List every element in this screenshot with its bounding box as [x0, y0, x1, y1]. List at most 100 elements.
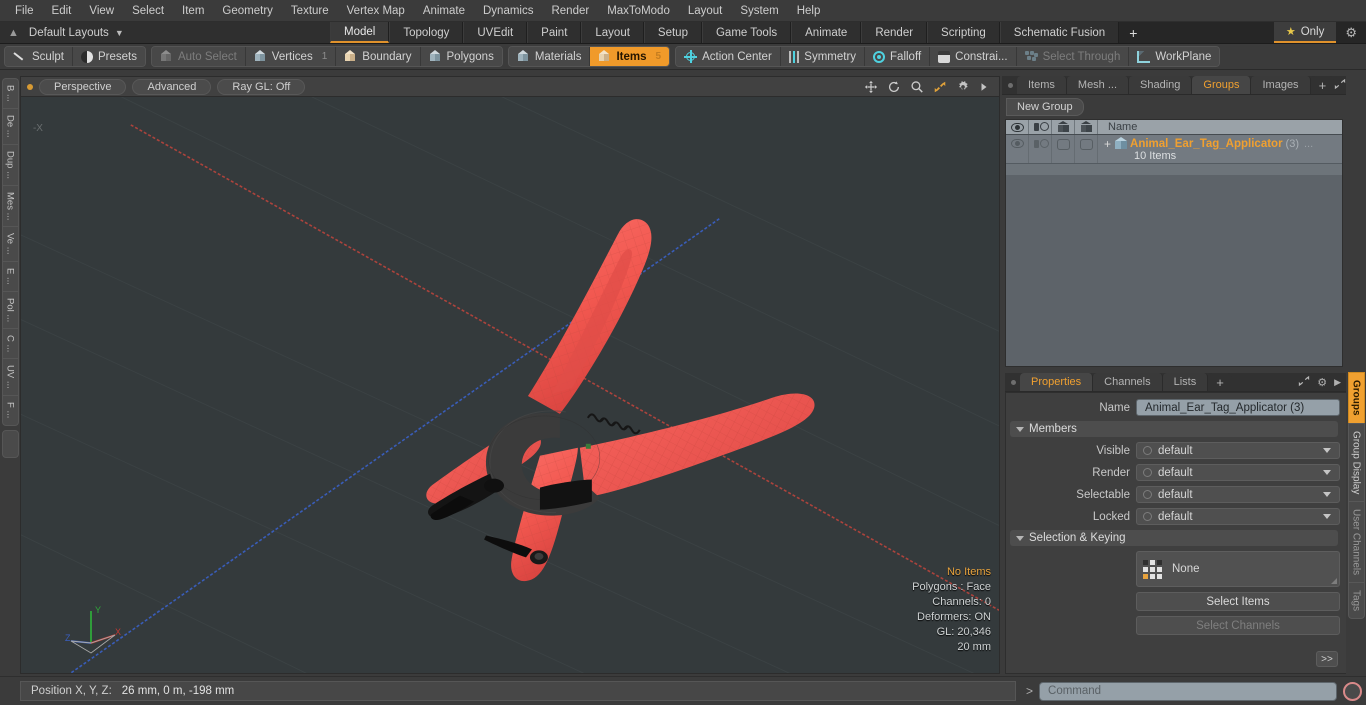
command-input[interactable]: Command: [1039, 681, 1337, 701]
panel-tab-items[interactable]: Items: [1017, 76, 1067, 94]
right-tab-group-display[interactable]: Group Display: [1347, 422, 1365, 501]
tab-model[interactable]: Model: [330, 22, 390, 43]
symmetry-button[interactable]: Symmetry: [780, 47, 866, 66]
menu-item-animate[interactable]: Animate: [414, 2, 474, 20]
auto-select-button[interactable]: Auto Select: [151, 47, 246, 66]
menu-item-dynamics[interactable]: Dynamics: [474, 2, 542, 20]
tab-properties[interactable]: Properties: [1020, 373, 1094, 391]
menu-item-item[interactable]: Item: [173, 2, 213, 20]
locked-dropdown[interactable]: default: [1136, 508, 1340, 525]
panel-maximize-icon[interactable]: [1334, 78, 1346, 93]
panel-tab-shading[interactable]: Shading: [1129, 76, 1193, 94]
column-selectable-icon[interactable]: [1052, 120, 1075, 134]
panel-tab-images[interactable]: Images: [1251, 76, 1311, 94]
row-visible-toggle[interactable]: [1006, 135, 1029, 163]
row-selectable-toggle[interactable]: [1052, 135, 1075, 163]
tab-lists[interactable]: Lists: [1162, 373, 1209, 391]
left-tab-extra[interactable]: [1, 429, 19, 458]
tab-render[interactable]: Render: [861, 22, 928, 43]
menu-item-system[interactable]: System: [731, 2, 787, 20]
column-locked-icon[interactable]: [1075, 120, 1098, 134]
group-list-empty-area[interactable]: [1006, 175, 1342, 366]
raygl-button[interactable]: Ray GL: Off: [217, 78, 306, 95]
tab-setup[interactable]: Setup: [643, 22, 702, 43]
properties-gear-icon[interactable]: ⚙: [1317, 376, 1327, 389]
panel-tab-mesh[interactable]: Mesh ...: [1066, 76, 1130, 94]
members-section-header[interactable]: Members: [1010, 421, 1338, 437]
play-icon[interactable]: [979, 80, 993, 94]
panel-menu-dot-icon[interactable]: [1002, 76, 1017, 94]
channel-circle-icon[interactable]: [1143, 512, 1152, 521]
menu-item-maxtomodo[interactable]: MaxToModo: [598, 2, 679, 20]
panel-add-tab-button[interactable]: +: [1310, 76, 1335, 94]
row-locked-toggle[interactable]: [1075, 135, 1098, 163]
menu-item-view[interactable]: View: [80, 2, 123, 20]
left-tab-mesh[interactable]: Mes ...: [1, 184, 19, 227]
menu-item-vertex-map[interactable]: Vertex Map: [338, 2, 414, 20]
properties-maximize-icon[interactable]: [1298, 375, 1310, 390]
menu-item-layout[interactable]: Layout: [679, 2, 732, 20]
chevron-down-icon[interactable]: ▼: [115, 28, 124, 38]
action-center-button[interactable]: Action Center: [676, 47, 781, 66]
properties-menu-dot-icon[interactable]: [1005, 373, 1020, 391]
right-tab-user-channels[interactable]: User Channels: [1347, 500, 1365, 583]
properties-play-icon[interactable]: ▶: [1334, 377, 1341, 388]
right-tab-tags[interactable]: Tags: [1347, 582, 1365, 620]
vertices-button[interactable]: Vertices 1: [245, 47, 337, 66]
tab-channels[interactable]: Channels: [1093, 373, 1163, 391]
workplane-button[interactable]: WorkPlane: [1129, 47, 1220, 66]
visible-dropdown[interactable]: default: [1136, 442, 1340, 459]
left-tab-fusion[interactable]: F ...: [1, 395, 19, 426]
tab-paint[interactable]: Paint: [527, 22, 582, 43]
boundary-button[interactable]: Boundary: [336, 47, 421, 66]
menu-item-render[interactable]: Render: [542, 2, 598, 20]
left-tab-polygon[interactable]: Pol ...: [1, 290, 19, 328]
projection-button[interactable]: Perspective: [39, 78, 127, 95]
panel-tab-groups[interactable]: Groups: [1192, 76, 1252, 94]
selection-keying-section-header[interactable]: Selection & Keying: [1010, 530, 1338, 546]
row-expander-icon[interactable]: +: [1104, 138, 1111, 150]
rotate-icon[interactable]: [887, 80, 901, 94]
name-field[interactable]: Animal_Ear_Tag_Applicator (3): [1136, 399, 1340, 416]
table-row[interactable]: + Animal_Ear_Tag_Applicator (3) ... 10 I…: [1006, 135, 1342, 164]
menu-item-texture[interactable]: Texture: [282, 2, 338, 20]
tab-topology[interactable]: Topology: [389, 22, 464, 43]
new-group-button[interactable]: New Group: [1006, 98, 1084, 116]
tab-uvedit[interactable]: UVEdit: [463, 22, 528, 43]
gear-icon[interactable]: [956, 80, 970, 94]
tab-schematic-fusion[interactable]: Schematic Fusion: [999, 22, 1120, 43]
polygons-button[interactable]: Polygons: [420, 47, 502, 66]
left-tab-vertex[interactable]: Ve ...: [1, 226, 19, 261]
channel-circle-icon[interactable]: [1143, 468, 1152, 477]
tab-game-tools[interactable]: Game Tools: [701, 22, 792, 43]
menu-item-select[interactable]: Select: [123, 2, 173, 20]
group-list[interactable]: Name + Animal_Ear_Tag_Applicator (3) ...…: [1005, 119, 1343, 367]
tab-scripting[interactable]: Scripting: [927, 22, 1000, 43]
column-visible-icon[interactable]: [1006, 120, 1029, 134]
viewport-3d[interactable]: -X No Items Polygons: Face Channels: 0 …: [20, 96, 1000, 674]
menu-item-file[interactable]: File: [6, 2, 43, 20]
falloff-button[interactable]: Falloff: [865, 47, 931, 66]
move-icon[interactable]: [864, 80, 878, 94]
left-tab-edge[interactable]: E ...: [1, 260, 19, 291]
only-toggle-button[interactable]: ★ Only: [1273, 22, 1337, 43]
materials-button[interactable]: Materials: [508, 47, 591, 66]
left-tab-duplicate[interactable]: Dup ...: [1, 143, 19, 185]
row-name-cell[interactable]: + Animal_Ear_Tag_Applicator (3) ... 10 I…: [1098, 135, 1342, 163]
row-render-toggle[interactable]: [1029, 135, 1052, 163]
channel-circle-icon[interactable]: [1143, 446, 1152, 455]
left-tab-uv[interactable]: UV ...: [1, 358, 19, 396]
left-tab-basic[interactable]: B ...: [1, 78, 19, 108]
right-tab-groups[interactable]: Groups: [1347, 372, 1365, 423]
column-render-icon[interactable]: [1029, 120, 1052, 134]
menu-item-edit[interactable]: Edit: [43, 2, 81, 20]
items-button[interactable]: Items 5: [590, 47, 670, 66]
tab-animate[interactable]: Animate: [791, 22, 862, 43]
properties-add-tab-button[interactable]: +: [1208, 373, 1232, 391]
selection-set-picker[interactable]: None: [1136, 551, 1340, 587]
viewport-menu-dot-icon[interactable]: [27, 83, 33, 90]
sculpt-button[interactable]: Sculpt: [5, 47, 73, 66]
presets-button[interactable]: Presets: [72, 47, 145, 66]
add-tab-button[interactable]: +: [1119, 22, 1148, 43]
settings-gear-icon[interactable]: ⚙: [1336, 22, 1366, 43]
